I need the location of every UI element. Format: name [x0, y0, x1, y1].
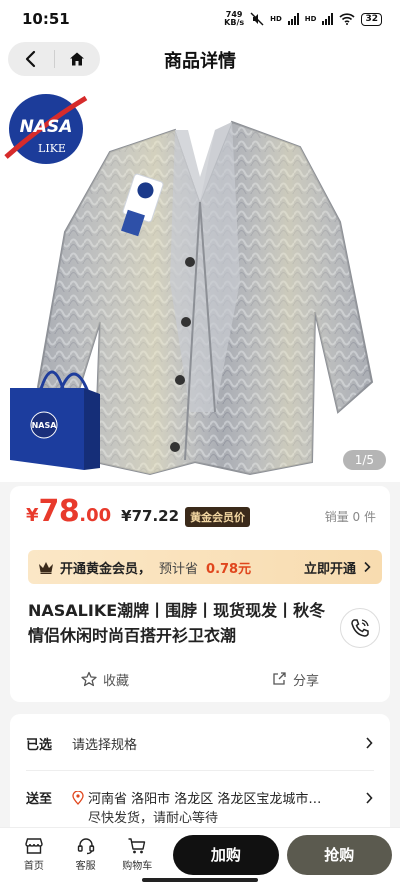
- gold-member-banner[interactable]: 开通黄金会员， 预计省 0.78元 立即开通: [28, 550, 382, 584]
- store-icon: [25, 838, 43, 854]
- tab-home-label: 首页: [23, 861, 44, 872]
- battery-icon: 32: [361, 12, 382, 26]
- customer-service-call-button[interactable]: [340, 608, 380, 648]
- gold-estimate: 预计省: [159, 561, 199, 577]
- mute-icon: [250, 12, 264, 26]
- gold-saving: 0.78元: [206, 561, 252, 577]
- product-detail-page: 10:51 749 KB/s HD HD 32 商品详情 NASA LIKE N…: [0, 0, 400, 889]
- spec-selected-label: 已选: [26, 737, 53, 753]
- spec-card: 已选 请选择规格 送至 河南省 洛阳市 洛龙区 洛龙区宝龙城市… 尽快发货，请耐…: [10, 714, 390, 844]
- price-currency: ¥: [26, 505, 39, 526]
- share-label: 分享: [292, 673, 319, 689]
- share-icon: [273, 672, 286, 685]
- spec-select-row[interactable]: 已选 请选择规格: [10, 728, 390, 758]
- bottom-action-bar: 首页 客服 购物车 加购 抢购: [0, 827, 400, 889]
- back-button[interactable]: [8, 42, 54, 76]
- top-nav: 商品详情: [0, 38, 400, 82]
- shipping-address-row[interactable]: 送至 河南省 洛阳市 洛龙区 洛龙区宝龙城市… 尽快发货，请耐心等待: [26, 788, 374, 826]
- share-button[interactable]: 分享: [200, 670, 390, 689]
- logo-top-text: NASA: [20, 117, 73, 137]
- chevron-right-icon: [364, 561, 371, 573]
- product-actions: 收藏 分享: [10, 664, 390, 694]
- price-integer: 78: [38, 494, 80, 529]
- logo-bottom-text: LIKE: [38, 142, 66, 155]
- signal-icon-1: [287, 13, 299, 25]
- image-counter: 1/5: [342, 450, 386, 470]
- status-time: 10:51: [22, 10, 70, 28]
- member-price-badge: 黄金会员价: [185, 507, 251, 527]
- price-decimal: .00: [79, 505, 112, 526]
- favorite-button[interactable]: 收藏: [10, 670, 200, 689]
- status-icons: 749 KB/s HD HD 32: [224, 11, 382, 27]
- home-indicator: [142, 878, 258, 882]
- wifi-icon: [339, 13, 356, 25]
- phone-icon: [351, 619, 369, 637]
- product-title: NASALIKE潮牌丨围脖丨现货现发丨秋冬情侣休闲时尚百搭开衫卫衣潮: [28, 601, 326, 645]
- signal-icon-2: [322, 13, 334, 25]
- crown-icon: [39, 561, 53, 574]
- home-icon: [70, 52, 85, 66]
- tab-cart-label: 购物车: [122, 861, 153, 872]
- nav-pill: [8, 42, 100, 76]
- tab-home[interactable]: 首页: [8, 837, 60, 872]
- bag-text: NASA: [32, 421, 58, 430]
- divider: [26, 770, 374, 771]
- product-image-carousel[interactable]: NASA LIKE NASA 1/5: [0, 82, 400, 482]
- tab-service[interactable]: 客服: [60, 837, 112, 872]
- spec-selected-value: 请选择规格: [72, 737, 138, 753]
- chevron-right-icon: [366, 737, 373, 749]
- price-row: ¥ 78 .00 ¥77.22 黄金会员价 销量 0 件: [26, 494, 376, 534]
- add-to-cart-button[interactable]: 加购: [173, 834, 279, 875]
- shipping-note: 尽快发货，请耐心等待: [88, 811, 219, 826]
- chevron-left-icon: [25, 50, 35, 68]
- favorite-label: 收藏: [102, 673, 129, 689]
- ship-to-label: 送至: [26, 792, 53, 807]
- open-membership-link[interactable]: 立即开通: [304, 558, 356, 577]
- location-pin-icon: [72, 790, 84, 805]
- status-bar: 10:51 749 KB/s HD HD 32: [0, 0, 400, 38]
- cart-icon: [128, 838, 146, 854]
- tab-service-label: 客服: [75, 861, 96, 872]
- gold-label: 开通黄金会员，: [60, 561, 152, 577]
- star-icon: [81, 671, 97, 687]
- price-card: ¥ 78 .00 ¥77.22 黄金会员价 销量 0 件 开通黄金会员， 预计省…: [10, 486, 390, 702]
- buy-now-button[interactable]: 抢购: [286, 834, 392, 875]
- shipping-address: 河南省 洛阳市 洛龙区 洛龙区宝龙城市…: [88, 792, 322, 807]
- network-speed: 749 KB/s: [224, 10, 245, 27]
- tab-cart[interactable]: 购物车: [111, 837, 163, 872]
- home-button[interactable]: [54, 42, 100, 76]
- product-image: NASA LIKE NASA: [0, 82, 400, 482]
- headset-icon: [77, 838, 94, 855]
- member-price: ¥77.22: [121, 507, 180, 525]
- page-title: 商品详情: [164, 51, 236, 72]
- chevron-right-icon: [366, 791, 373, 804]
- sales-count: 销量 0 件: [324, 510, 376, 524]
